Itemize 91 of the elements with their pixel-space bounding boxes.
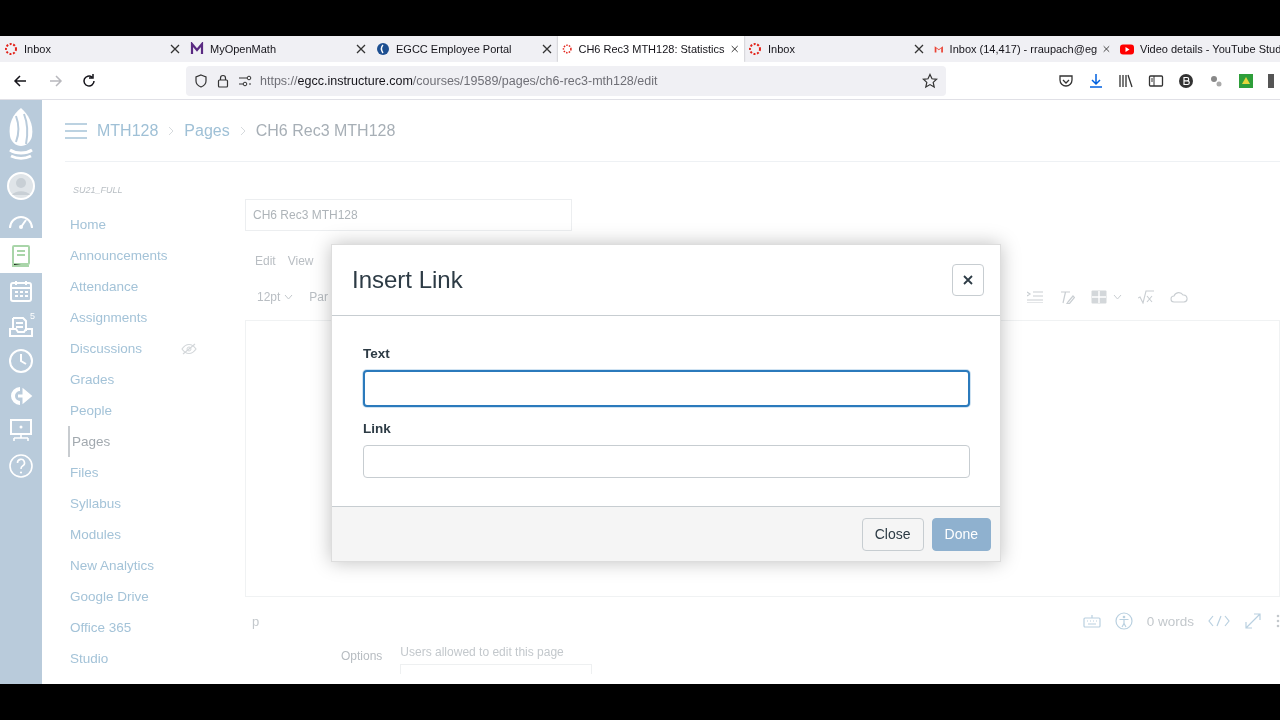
browser-tab[interactable]: MyOpenMath <box>186 36 372 62</box>
avatar-icon[interactable] <box>1178 72 1194 89</box>
browser-tab[interactable]: Inbox <box>0 36 186 62</box>
menu-item[interactable]: View <box>287 254 314 268</box>
fullscreen-icon[interactable] <box>1244 612 1262 630</box>
cloud-icon[interactable] <box>1170 290 1188 304</box>
font-size-dropdown[interactable]: 12pt <box>257 290 294 304</box>
chevron-icon <box>168 125 175 136</box>
book-icon[interactable] <box>10 243 32 268</box>
course-nav-link[interactable]: Pages <box>72 434 111 449</box>
caret-icon <box>284 294 294 300</box>
canvas-icon <box>562 42 573 56</box>
clear-format-icon[interactable] <box>1059 290 1075 304</box>
field-label: Users allowed to edit this page <box>400 645 565 659</box>
dialog-title: Insert Link <box>352 266 463 294</box>
presentation-icon[interactable] <box>8 417 34 444</box>
browser-tab[interactable]: Inbox (14,417) - rraupach@eg <box>930 36 1116 62</box>
options-label: Options <box>341 649 383 663</box>
count-label: 5 <box>30 311 35 321</box>
chevron-icon <box>239 125 246 136</box>
extension-icon[interactable] <box>1238 72 1254 89</box>
close-icon[interactable] <box>170 44 180 54</box>
sidebar-icon[interactable] <box>1148 72 1164 89</box>
globe-icon <box>376 42 390 56</box>
course-nav-link[interactable]: Office 365 <box>70 620 132 635</box>
m-icon <box>190 42 204 56</box>
breadcrumb-current: CH6 Rec3 MTH128 <box>255 121 396 140</box>
browser-tab[interactable]: Inbox <box>744 36 930 62</box>
reload-icon[interactable] <box>80 71 98 90</box>
pocket-icon[interactable] <box>1058 72 1074 89</box>
canvas-icon <box>748 42 762 56</box>
element-path: p <box>252 613 261 629</box>
browser-tab[interactable]: Video details - YouTube Stud <box>1116 36 1280 62</box>
field-label: Link <box>363 421 392 436</box>
lock-icon[interactable] <box>216 73 230 88</box>
close-button[interactable] <box>952 264 984 296</box>
block-format-dropdown[interactable]: Par <box>309 290 329 304</box>
code-icon[interactable] <box>1208 615 1230 627</box>
breadcrumb-link[interactable]: Pages <box>184 121 230 140</box>
course-nav-link[interactable]: Modules <box>70 527 122 542</box>
accessibility-icon[interactable] <box>1114 612 1133 630</box>
breadcrumb-link[interactable]: MTH128 <box>97 121 159 140</box>
canvas-icon <box>4 42 18 56</box>
clock-icon[interactable] <box>8 347 34 374</box>
star-icon[interactable] <box>922 72 938 89</box>
course-nav-link[interactable]: Google Drive <box>70 589 149 604</box>
extension-icon[interactable] <box>1268 72 1274 89</box>
course-nav-link[interactable]: Attendance <box>70 279 139 294</box>
shield-icon[interactable] <box>194 73 208 88</box>
close-icon[interactable] <box>914 44 924 54</box>
browser-tab[interactable]: CH6 Rec3 MTH128: Statistics <box>558 36 744 62</box>
calendar-icon[interactable] <box>9 278 33 303</box>
caret-icon[interactable] <box>1113 294 1122 300</box>
play-icon <box>1120 42 1134 56</box>
course-nav-link[interactable]: Grades <box>70 372 115 387</box>
close-icon[interactable] <box>730 44 738 54</box>
menu-item[interactable]: Edit <box>255 254 276 268</box>
share-arrow-icon[interactable] <box>9 384 33 407</box>
done-button[interactable]: Done <box>931 517 991 551</box>
course-nav-link[interactable]: Discussions <box>70 341 143 356</box>
table-icon[interactable] <box>1091 290 1107 304</box>
course-nav-link[interactable]: Assignments <box>70 310 148 325</box>
title-field[interactable]: CH6 Rec3 MTH128 <box>245 199 572 231</box>
course-nav-link[interactable]: Syllabus <box>70 496 122 511</box>
library-icon[interactable] <box>1118 72 1134 89</box>
menu-icon[interactable] <box>65 122 87 139</box>
address-bar[interactable]: https://egcc.instructure.com/courses/19589/pages/ch6-rec3-mth128/edit <box>186 65 946 96</box>
course-nav-link[interactable]: New Analytics <box>70 558 155 573</box>
close-button[interactable]: Close <box>861 517 924 551</box>
course-nav-link[interactable]: Files <box>70 465 99 480</box>
text-field[interactable] <box>363 445 970 478</box>
close-icon <box>963 275 973 285</box>
more-icon[interactable] <box>1276 614 1280 628</box>
course-nav-link[interactable]: People <box>70 403 113 418</box>
course-nav-link[interactable]: Home <box>70 217 106 232</box>
permissions-icon[interactable] <box>238 73 252 88</box>
term-label: SU21_FULL <box>73 185 124 195</box>
download-icon[interactable] <box>1088 72 1104 89</box>
course-nav-link[interactable]: Studio <box>70 651 109 666</box>
browser-tab[interactable]: EGCC Employee Portal <box>372 36 558 62</box>
text-field[interactable] <box>363 370 970 407</box>
close-icon[interactable] <box>356 44 366 54</box>
close-icon[interactable] <box>542 44 552 54</box>
square-root-icon[interactable] <box>1138 290 1154 304</box>
course-nav-link[interactable]: Announcements <box>70 248 168 263</box>
indent-icon[interactable] <box>1027 291 1043 303</box>
word-count: 0 words <box>1146 613 1194 629</box>
field-label: Text <box>363 346 391 361</box>
keyboard-icon[interactable] <box>1082 614 1101 628</box>
url-text: https://egcc.instructure.com/courses/19589/pages/ch6-rec3-mth128/edit <box>260 73 659 88</box>
help-icon[interactable] <box>8 452 34 479</box>
